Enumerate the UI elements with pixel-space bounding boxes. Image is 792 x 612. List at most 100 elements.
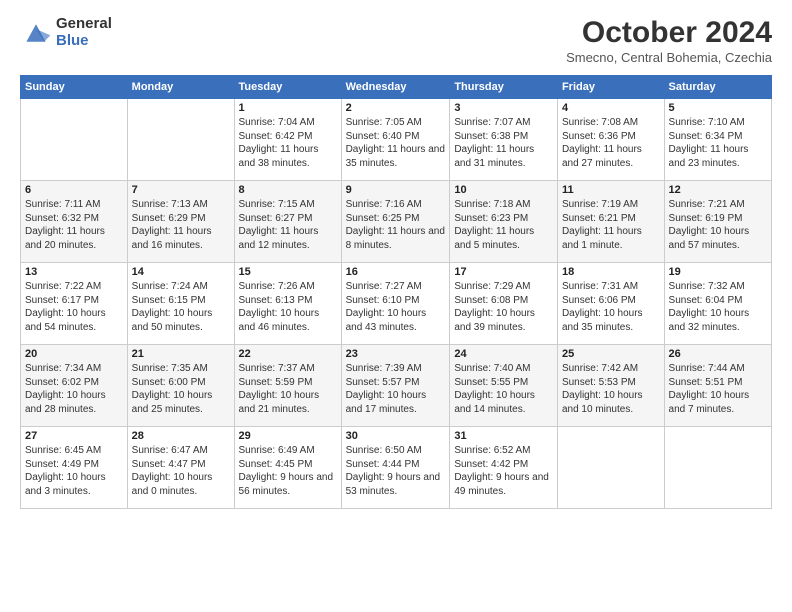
day-info: Sunrise: 7:13 AM Sunset: 6:29 PM Dayligh… [132, 198, 230, 252]
day-cell: 11 Sunrise: 7:19 AM Sunset: 6:21 PM Dayli… [557, 181, 664, 263]
day-info: Sunrise: 7:32 AM Sunset: 6:04 PM Dayligh… [669, 280, 767, 334]
col-header-friday: Friday [557, 76, 664, 99]
day-info: Sunrise: 6:45 AM Sunset: 4:49 PM Dayligh… [25, 444, 123, 498]
day-info: Sunrise: 7:27 AM Sunset: 6:10 PM Dayligh… [346, 280, 446, 334]
day-info: Sunrise: 7:42 AM Sunset: 5:53 PM Dayligh… [562, 362, 660, 416]
day-number: 25 [562, 348, 660, 360]
day-cell: 15 Sunrise: 7:26 AM Sunset: 6:13 PM Dayli… [234, 263, 341, 345]
week-row-4: 20Sunrise: 7:34 AM Sunset: 6:02 PM Dayli… [21, 345, 772, 427]
day-number: 17 [454, 266, 553, 278]
day-cell: 17 Sunrise: 7:29 AM Sunset: 6:08 PM Dayli… [450, 263, 558, 345]
day-number: 26 [669, 348, 767, 360]
day-cell: 18Sunrise: 7:31 AM Sunset: 6:06 PM Dayli… [557, 263, 664, 345]
col-header-monday: Monday [127, 76, 234, 99]
day-info: Sunrise: 7:21 AM Sunset: 6:19 PM Dayligh… [669, 198, 767, 252]
day-number: 1 [239, 102, 337, 114]
day-number: 27 [25, 430, 123, 442]
col-header-wednesday: Wednesday [341, 76, 450, 99]
day-cell: 4 Sunrise: 7:08 AM Sunset: 6:36 PM Daylig… [557, 99, 664, 181]
day-number: 19 [669, 266, 767, 278]
week-row-1: 1 Sunrise: 7:04 AM Sunset: 6:42 PM Daylig… [21, 99, 772, 181]
day-info: Sunrise: 6:52 AM Sunset: 4:42 PM Dayligh… [454, 444, 553, 498]
day-number: 20 [25, 348, 123, 360]
day-number: 24 [454, 348, 553, 360]
day-cell: 16 Sunrise: 7:27 AM Sunset: 6:10 PM Dayli… [341, 263, 450, 345]
day-info: Sunrise: 7:26 AM Sunset: 6:13 PM Dayligh… [239, 280, 337, 334]
day-number: 11 [562, 184, 660, 196]
logo-general: General [56, 16, 112, 33]
day-cell: 29 Sunrise: 6:49 AM Sunset: 4:45 PM Dayli… [234, 427, 341, 509]
day-cell: 24 Sunrise: 7:40 AM Sunset: 5:55 PM Dayli… [450, 345, 558, 427]
day-number: 6 [25, 184, 123, 196]
day-cell: 12 Sunrise: 7:21 AM Sunset: 6:19 PM Dayli… [664, 181, 771, 263]
day-info: Sunrise: 7:15 AM Sunset: 6:27 PM Dayligh… [239, 198, 337, 252]
day-cell: 31 Sunrise: 6:52 AM Sunset: 4:42 PM Dayli… [450, 427, 558, 509]
day-cell: 27 Sunrise: 6:45 AM Sunset: 4:49 PM Dayli… [21, 427, 128, 509]
calendar-table: SundayMondayTuesdayWednesdayThursdayFrid… [20, 75, 772, 509]
day-cell: 2Sunrise: 7:05 AM Sunset: 6:40 PM Daylig… [341, 99, 450, 181]
day-info: Sunrise: 7:29 AM Sunset: 6:08 PM Dayligh… [454, 280, 553, 334]
day-number: 8 [239, 184, 337, 196]
day-number: 13 [25, 266, 123, 278]
day-cell [127, 99, 234, 181]
day-number: 31 [454, 430, 553, 442]
col-header-thursday: Thursday [450, 76, 558, 99]
day-cell: 9Sunrise: 7:16 AM Sunset: 6:25 PM Daylig… [341, 181, 450, 263]
day-cell: 22 Sunrise: 7:37 AM Sunset: 5:59 PM Dayli… [234, 345, 341, 427]
day-number: 22 [239, 348, 337, 360]
day-cell: 10Sunrise: 7:18 AM Sunset: 6:23 PM Dayli… [450, 181, 558, 263]
day-info: Sunrise: 7:35 AM Sunset: 6:00 PM Dayligh… [132, 362, 230, 416]
day-info: Sunrise: 7:10 AM Sunset: 6:34 PM Dayligh… [669, 116, 767, 170]
location: Smecno, Central Bohemia, Czechia [566, 50, 772, 65]
week-row-2: 6 Sunrise: 7:11 AM Sunset: 6:32 PM Daylig… [21, 181, 772, 263]
day-number: 14 [132, 266, 230, 278]
day-info: Sunrise: 7:11 AM Sunset: 6:32 PM Dayligh… [25, 198, 123, 252]
day-number: 15 [239, 266, 337, 278]
day-info: Sunrise: 7:40 AM Sunset: 5:55 PM Dayligh… [454, 362, 553, 416]
day-info: Sunrise: 6:50 AM Sunset: 4:44 PM Dayligh… [346, 444, 446, 498]
day-info: Sunrise: 7:08 AM Sunset: 6:36 PM Dayligh… [562, 116, 660, 170]
day-number: 29 [239, 430, 337, 442]
day-info: Sunrise: 6:49 AM Sunset: 4:45 PM Dayligh… [239, 444, 337, 498]
day-number: 21 [132, 348, 230, 360]
day-number: 23 [346, 348, 446, 360]
day-info: Sunrise: 6:47 AM Sunset: 4:47 PM Dayligh… [132, 444, 230, 498]
day-cell: 13 Sunrise: 7:22 AM Sunset: 6:17 PM Dayli… [21, 263, 128, 345]
day-number: 3 [454, 102, 553, 114]
day-number: 7 [132, 184, 230, 196]
day-info: Sunrise: 7:05 AM Sunset: 6:40 PM Dayligh… [346, 116, 446, 170]
day-number: 12 [669, 184, 767, 196]
day-cell: 19 Sunrise: 7:32 AM Sunset: 6:04 PM Dayli… [664, 263, 771, 345]
col-header-sunday: Sunday [21, 76, 128, 99]
day-cell: 23 Sunrise: 7:39 AM Sunset: 5:57 PM Dayli… [341, 345, 450, 427]
day-number: 10 [454, 184, 553, 196]
page: General Blue October 2024 Smecno, Centra… [0, 0, 792, 519]
day-number: 4 [562, 102, 660, 114]
day-info: Sunrise: 7:19 AM Sunset: 6:21 PM Dayligh… [562, 198, 660, 252]
day-info: Sunrise: 7:37 AM Sunset: 5:59 PM Dayligh… [239, 362, 337, 416]
day-cell: 20Sunrise: 7:34 AM Sunset: 6:02 PM Dayli… [21, 345, 128, 427]
day-cell: 1 Sunrise: 7:04 AM Sunset: 6:42 PM Daylig… [234, 99, 341, 181]
logo: General Blue [20, 16, 112, 49]
logo-icon [20, 19, 52, 47]
day-cell: 3Sunrise: 7:07 AM Sunset: 6:38 PM Daylig… [450, 99, 558, 181]
day-cell: 28Sunrise: 6:47 AM Sunset: 4:47 PM Dayli… [127, 427, 234, 509]
title-block: October 2024 Smecno, Central Bohemia, Cz… [566, 16, 772, 65]
day-cell: 5 Sunrise: 7:10 AM Sunset: 6:34 PM Daylig… [664, 99, 771, 181]
month-title: October 2024 [566, 16, 772, 50]
day-cell: 6 Sunrise: 7:11 AM Sunset: 6:32 PM Daylig… [21, 181, 128, 263]
day-info: Sunrise: 7:04 AM Sunset: 6:42 PM Dayligh… [239, 116, 337, 170]
week-row-3: 13 Sunrise: 7:22 AM Sunset: 6:17 PM Dayli… [21, 263, 772, 345]
week-row-5: 27 Sunrise: 6:45 AM Sunset: 4:49 PM Dayli… [21, 427, 772, 509]
day-info: Sunrise: 7:22 AM Sunset: 6:17 PM Dayligh… [25, 280, 123, 334]
day-number: 5 [669, 102, 767, 114]
day-cell: 26 Sunrise: 7:44 AM Sunset: 5:51 PM Dayli… [664, 345, 771, 427]
day-cell [21, 99, 128, 181]
day-number: 16 [346, 266, 446, 278]
day-cell: 14Sunrise: 7:24 AM Sunset: 6:15 PM Dayli… [127, 263, 234, 345]
day-cell [557, 427, 664, 509]
day-cell: 25 Sunrise: 7:42 AM Sunset: 5:53 PM Dayli… [557, 345, 664, 427]
day-cell: 30Sunrise: 6:50 AM Sunset: 4:44 PM Dayli… [341, 427, 450, 509]
day-info: Sunrise: 7:39 AM Sunset: 5:57 PM Dayligh… [346, 362, 446, 416]
day-info: Sunrise: 7:44 AM Sunset: 5:51 PM Dayligh… [669, 362, 767, 416]
